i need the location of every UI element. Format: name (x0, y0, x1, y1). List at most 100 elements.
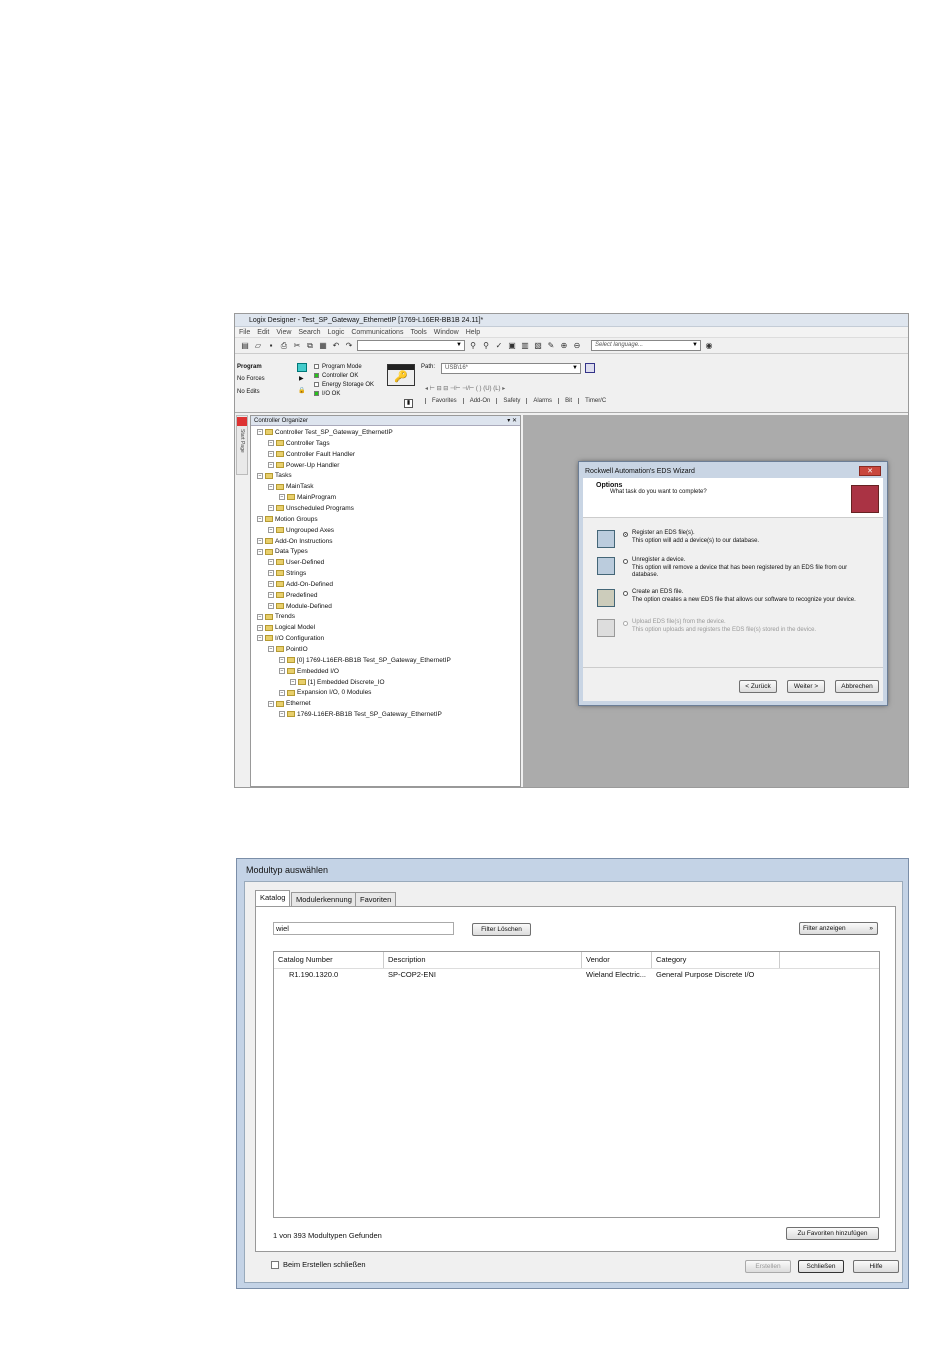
expand-toggle-icon[interactable]: − (268, 483, 274, 490)
col-catalog-number[interactable]: Catalog Number (274, 952, 384, 968)
tree-item[interactable]: − Logical Model (257, 623, 315, 633)
tab-favorites[interactable]: Favorites (425, 398, 463, 404)
expand-toggle-icon[interactable]: − (257, 472, 263, 479)
save-icon[interactable]: ▪ (266, 341, 276, 351)
tree-item[interactable]: − User-Defined (268, 558, 324, 568)
menu-view[interactable]: View (276, 327, 291, 337)
globe-icon[interactable]: ◉ (704, 341, 714, 351)
tree-item[interactable]: − PointIO (268, 645, 308, 655)
tree-item[interactable]: − Data Types (257, 547, 308, 557)
expand-toggle-icon[interactable]: − (268, 592, 274, 599)
tree-item[interactable]: − MainTask (268, 482, 313, 492)
print-icon[interactable]: ⎙ (279, 341, 289, 351)
expand-toggle-icon[interactable]: − (268, 526, 274, 533)
tab-safety[interactable]: Safety (496, 398, 526, 404)
find-icon[interactable]: ⚲ (468, 341, 478, 351)
tab-module-discovery[interactable]: Modulerkennung (291, 892, 357, 906)
redo-icon[interactable]: ↷ (344, 341, 354, 351)
radio-create[interactable] (623, 591, 628, 596)
tree-item[interactable]: − Trends (257, 612, 295, 622)
online-icon[interactable]: ▣ (507, 341, 517, 351)
path-browse-icon[interactable] (585, 363, 595, 373)
close-on-create-checkbox[interactable] (271, 1261, 279, 1269)
expand-toggle-icon[interactable]: − (279, 711, 285, 718)
expand-toggle-icon[interactable]: − (268, 700, 274, 707)
expand-toggle-icon[interactable]: − (279, 667, 285, 674)
mode-icon[interactable] (297, 363, 307, 372)
col-category[interactable]: Category (652, 952, 780, 968)
expand-toggle-icon[interactable]: − (257, 613, 263, 620)
tree-item[interactable]: − Module-Defined (268, 602, 332, 612)
paste-icon[interactable]: ▦ (318, 341, 328, 351)
expand-toggle-icon[interactable]: − (268, 570, 274, 577)
find-next-icon[interactable]: ⚲ (481, 341, 491, 351)
menu-search[interactable]: Search (298, 327, 320, 337)
tab-timer[interactable]: Timer/C (578, 398, 612, 404)
eds-close-button[interactable]: ✕ (859, 466, 881, 476)
expand-toggle-icon[interactable]: − (268, 505, 274, 512)
quick-start-sidebar[interactable]: Start Page (236, 415, 248, 475)
tab-add-on[interactable]: Add-On (462, 398, 497, 404)
tree-item[interactable]: − [0] 1769-L16ER-BB1B Test_SP_Gateway_Eth… (279, 656, 451, 666)
tab-catalog[interactable]: Katalog (255, 890, 291, 906)
back-button[interactable]: < Zurück (739, 680, 777, 693)
menu-communications[interactable]: Communications (351, 327, 403, 337)
create-button[interactable]: Erstellen (745, 1260, 791, 1273)
tree-item[interactable]: − 1769-L16ER-BB1B Test_SP_Gateway_Etherne… (279, 710, 442, 720)
expand-toggle-icon[interactable]: − (279, 657, 285, 664)
expand-toggle-icon[interactable]: − (290, 678, 296, 685)
tree-item[interactable]: − I/O Configuration (257, 634, 324, 644)
menu-logic[interactable]: Logic (328, 327, 345, 337)
language-select[interactable]: Select language... ▼ (591, 340, 701, 351)
expand-toggle-icon[interactable]: − (279, 494, 285, 501)
search-combo[interactable]: ▼ (357, 340, 465, 351)
tree-item[interactable]: − Motion Groups (257, 515, 318, 525)
expand-toggle-icon[interactable]: − (257, 429, 263, 436)
tree-item[interactable]: − Add-On Instructions (257, 537, 332, 547)
expand-toggle-icon[interactable]: − (257, 537, 263, 544)
properties-icon[interactable]: ▧ (533, 341, 543, 351)
tree-item[interactable]: − Tasks (257, 471, 292, 481)
expand-toggle-icon[interactable]: − (268, 440, 274, 447)
expand-toggle-icon[interactable]: − (257, 516, 263, 523)
expand-toggle-icon[interactable]: − (268, 581, 274, 588)
tree-item[interactable]: − Ethernet (268, 699, 311, 709)
forces-arrow-icon[interactable]: ▶ (299, 375, 304, 382)
open-icon[interactable]: ▱ (253, 341, 263, 351)
verify-icon[interactable]: ✓ (494, 341, 504, 351)
tree-item[interactable]: − Strings (268, 569, 306, 579)
add-to-favorites-button[interactable]: Zu Favoriten hinzufügen (786, 1227, 879, 1240)
expand-toggle-icon[interactable]: − (268, 602, 274, 609)
cut-icon[interactable]: ✂ (292, 341, 302, 351)
tab-bit[interactable]: Bit (558, 398, 578, 404)
close-button[interactable]: Schließen (798, 1260, 844, 1273)
tree-item[interactable]: − Expansion I/O, 0 Modules (279, 688, 371, 698)
undo-icon[interactable]: ↶ (331, 341, 341, 351)
expand-toggle-icon[interactable]: − (257, 548, 263, 555)
expand-toggle-icon[interactable]: − (268, 461, 274, 468)
tree-item[interactable]: − Controller Fault Handler (268, 450, 355, 460)
path-select[interactable]: USB\16* ▼ (441, 363, 581, 374)
tree-item[interactable]: − Power-Up Handler (268, 461, 339, 471)
start-page-icon[interactable] (237, 417, 247, 426)
copy-icon[interactable]: ⧉ (305, 341, 315, 351)
tree-item[interactable]: − Add-On-Defined (268, 580, 333, 590)
tree-item[interactable]: − [1] Embedded Discrete_IO (290, 678, 385, 688)
edit-icon[interactable]: ✎ (546, 341, 556, 351)
expand-toggle-icon[interactable]: − (279, 689, 285, 696)
monitor-icon[interactable]: ▥ (520, 341, 530, 351)
tree-item[interactable]: − Controller Test_SP_Gateway_EthernetIP (257, 428, 393, 438)
tree-item[interactable]: − Ungrouped Axes (268, 526, 334, 536)
next-button[interactable]: Weiter > (787, 680, 825, 693)
expand-toggle-icon[interactable]: − (268, 450, 274, 457)
expand-toggle-icon[interactable]: − (268, 646, 274, 653)
menu-file[interactable]: File (239, 327, 250, 337)
zoom-out-icon[interactable]: ⊖ (572, 341, 582, 351)
tab-alarms[interactable]: Alarms (526, 398, 558, 404)
menu-window[interactable]: Window (434, 327, 459, 337)
zoom-in-icon[interactable]: ⊕ (559, 341, 569, 351)
show-filter-button[interactable]: Filter anzeigen» (799, 922, 878, 935)
clear-filter-button[interactable]: Filter Löschen (472, 923, 531, 936)
radio-register[interactable] (623, 532, 628, 537)
tree-item[interactable]: − Predefined (268, 591, 317, 601)
